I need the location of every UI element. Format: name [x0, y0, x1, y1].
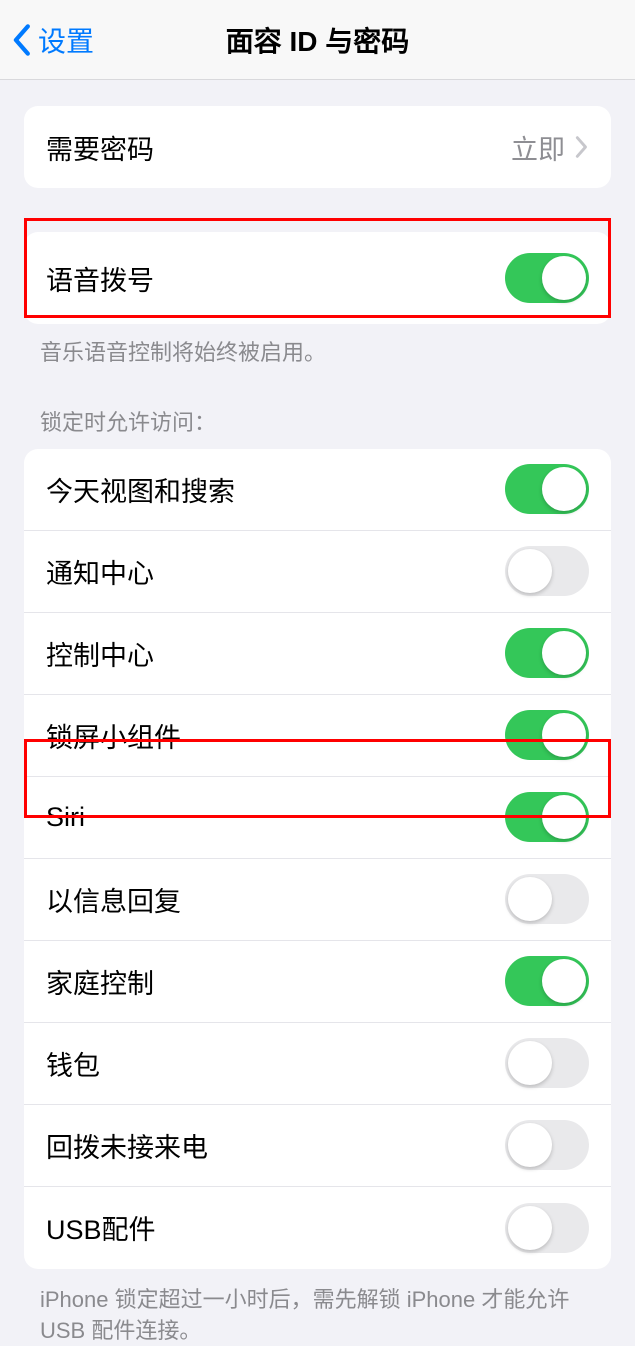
- require-passcode-row[interactable]: 需要密码 立即: [24, 106, 611, 188]
- lock-access-toggle[interactable]: [505, 628, 589, 678]
- lock-access-row: 通知中心: [24, 531, 611, 613]
- voice-dial-toggle[interactable]: [505, 253, 589, 303]
- lock-access-label: 通知中心: [46, 552, 154, 591]
- require-passcode-value: 立即: [511, 128, 565, 167]
- usb-footer: iPhone 锁定超过一小时后，需先解锁 iPhone 才能允许USB 配件连接…: [40, 1285, 595, 1346]
- chevron-right-icon: [575, 135, 589, 159]
- voice-dial-row: 语音拨号: [24, 232, 611, 324]
- navigation-bar: 设置 面容 ID 与密码: [0, 0, 635, 80]
- lock-access-label: USB配件: [46, 1208, 156, 1247]
- lock-access-row: 锁屏小组件: [24, 695, 611, 777]
- lock-access-header: 锁定时允许访问：: [40, 405, 595, 437]
- lock-access-label: 以信息回复: [46, 880, 181, 919]
- lock-access-label: 今天视图和搜索: [46, 470, 235, 509]
- passcode-group: 需要密码 立即: [24, 106, 611, 188]
- lock-access-label: 回拨未接来电: [46, 1126, 208, 1165]
- lock-access-toggle[interactable]: [505, 464, 589, 514]
- lock-access-row: 控制中心: [24, 613, 611, 695]
- voice-dial-group: 语音拨号: [24, 232, 611, 324]
- lock-access-toggle[interactable]: [505, 1038, 589, 1088]
- lock-access-row: Siri: [24, 777, 611, 859]
- lock-access-toggle[interactable]: [505, 710, 589, 760]
- lock-access-toggle[interactable]: [505, 792, 589, 842]
- back-button[interactable]: 设置: [10, 20, 94, 60]
- lock-access-toggle[interactable]: [505, 956, 589, 1006]
- lock-access-label: 锁屏小组件: [46, 716, 181, 755]
- lock-access-label: 控制中心: [46, 634, 154, 673]
- back-label: 设置: [38, 20, 94, 60]
- lock-access-label: Siri: [46, 802, 85, 833]
- lock-access-row: 家庭控制: [24, 941, 611, 1023]
- lock-access-label: 钱包: [46, 1044, 100, 1083]
- voice-dial-label: 语音拨号: [46, 259, 154, 298]
- require-passcode-label: 需要密码: [46, 128, 154, 167]
- voice-dial-footer: 音乐语音控制将始终被启用。: [40, 338, 595, 369]
- lock-access-group: 今天视图和搜索通知中心控制中心锁屏小组件 Siri 以信息回复家庭控制钱包回拨未接来…: [24, 449, 611, 1269]
- lock-access-row: 回拨未接来电: [24, 1105, 611, 1187]
- lock-access-toggle[interactable]: [505, 1120, 589, 1170]
- lock-access-toggle[interactable]: [505, 1203, 589, 1253]
- lock-access-row: 以信息回复: [24, 859, 611, 941]
- lock-access-row: USB配件: [24, 1187, 611, 1269]
- lock-access-row: 今天视图和搜索: [24, 449, 611, 531]
- lock-access-label: 家庭控制: [46, 962, 154, 1001]
- chevron-left-icon: [10, 23, 32, 57]
- lock-access-toggle[interactable]: [505, 874, 589, 924]
- lock-access-toggle[interactable]: [505, 546, 589, 596]
- page-title: 面容 ID 与密码: [0, 20, 635, 60]
- lock-access-row: 钱包: [24, 1023, 611, 1105]
